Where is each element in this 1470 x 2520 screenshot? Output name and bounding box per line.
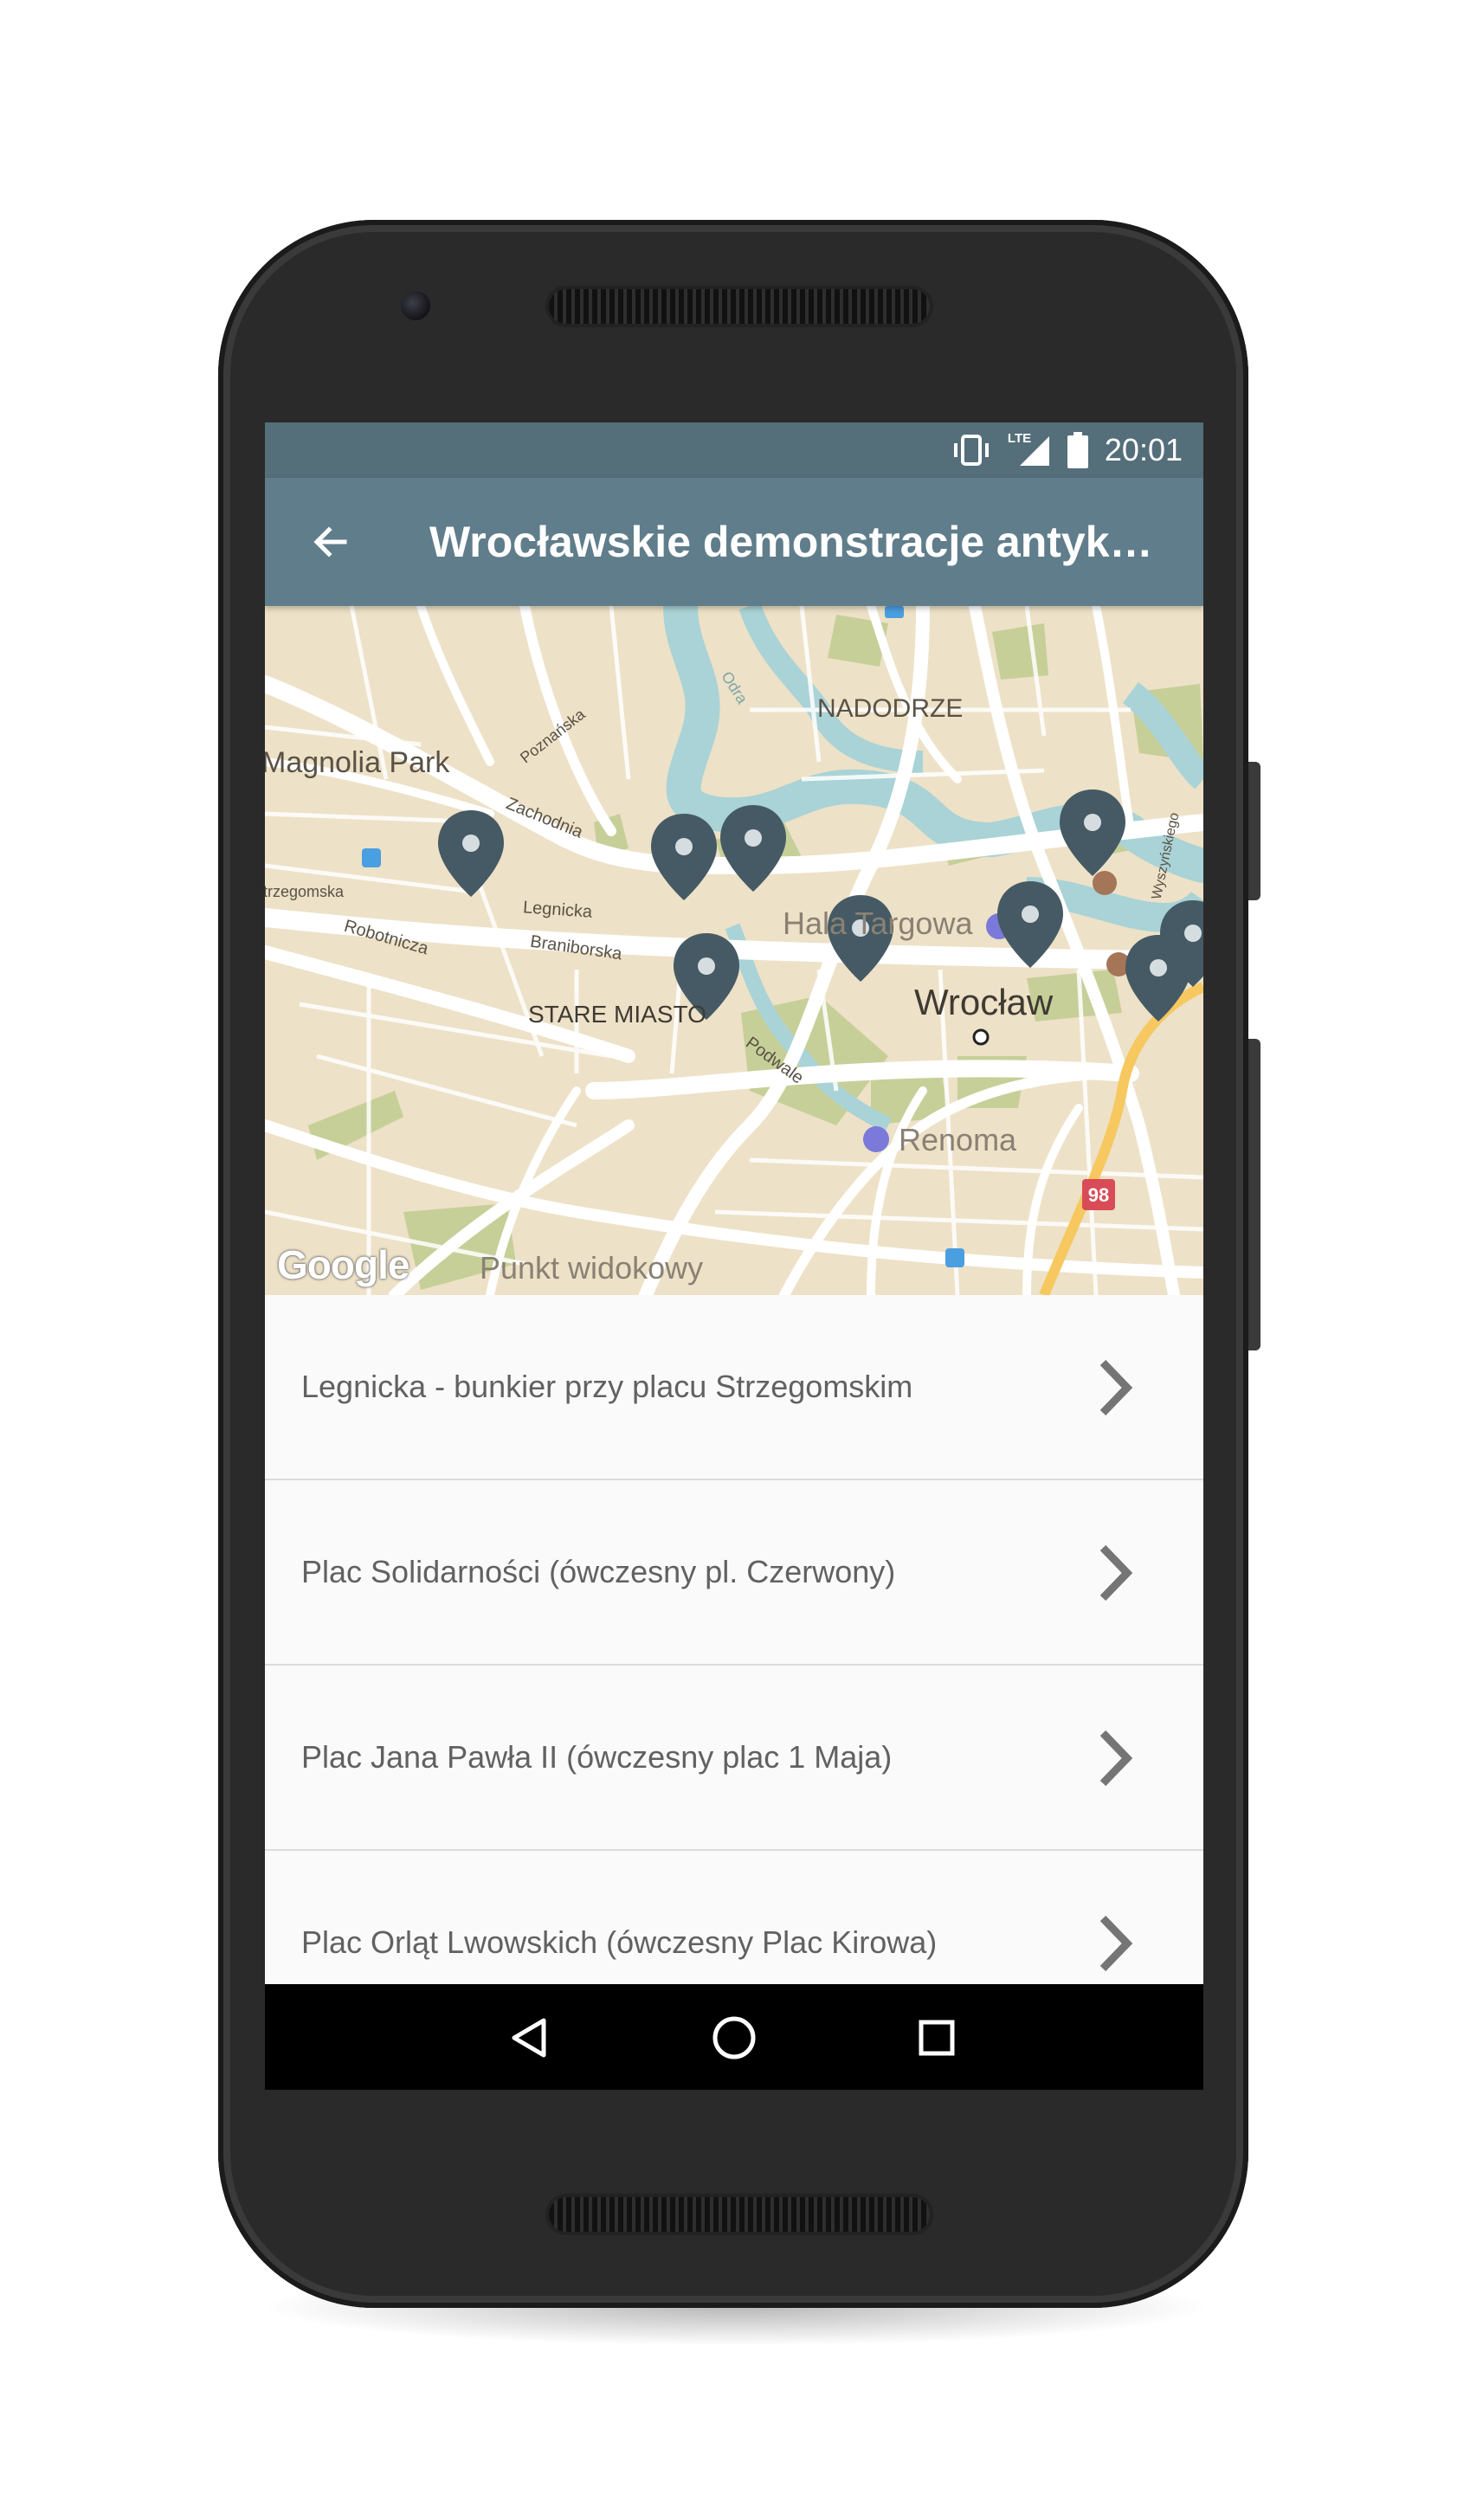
app-bar: Wrocławskie demonstracje antyk… [265,478,1203,606]
nav-home-button[interactable] [703,2007,765,2069]
volume-button [1248,1039,1260,1350]
location-list: Legnicka - bunkier przy placu Strzegomsk… [265,1295,1203,1989]
list-item-label: Plac Solidarności (ówczesny pl. Czerwony… [301,1554,896,1589]
map-label-hala-targowa: Hala Targowa [783,906,973,941]
chevron-right-icon [1099,1359,1133,1416]
map-view[interactable]: 98 NADODRZE Magnolia Park Poznańska Zach… [265,606,1203,1295]
bottom-speaker [549,2197,930,2232]
map-label-magnolia: Magnolia Park [265,746,450,779]
map-label-punkt: Punkt widokowy [480,1250,704,1286]
back-triangle-icon [512,2018,546,2058]
map-label-wroclaw: Wrocław [914,982,1054,1022]
power-button [1248,762,1260,900]
status-time: 20:01 [1104,432,1183,467]
top-speaker [549,289,930,324]
phone-screen: LTE 20:01 Wrocławskie demonstracje antyk… [265,422,1203,2090]
recents-square-icon [919,2020,955,2056]
route-98-label: 98 [1088,1184,1109,1206]
list-item-label: Legnicka - bunkier przy placu Strzegomsk… [301,1369,913,1404]
back-button[interactable] [300,511,362,573]
front-camera [401,291,430,320]
map-label-nadodrze: NADODRZE [817,694,964,723]
battery-icon [1067,432,1088,468]
list-item[interactable]: Plac Jana Pawła II (ówczesny plac 1 Maja… [265,1666,1203,1851]
map-label-renoma: Renoma [899,1122,1017,1157]
home-circle-icon [712,2016,756,2059]
list-item-label: Plac Orląt Lwowskich (ówczesny Plac Kiro… [301,1924,938,1960]
list-item[interactable]: Plac Solidarności (ówczesny pl. Czerwony… [265,1480,1203,1666]
map-label-strzegomska: trzegomska [265,883,345,900]
nav-back-button[interactable] [499,2007,561,2069]
chevron-right-icon [1099,1730,1133,1787]
signal-icon: LTE [1008,431,1051,467]
google-attribution: Google [277,1242,409,1287]
list-item-label: Plac Jana Pawła II (ówczesny plac 1 Maja… [301,1739,893,1775]
arrow-left-icon [313,526,347,557]
status-bar: LTE 20:01 [265,422,1203,478]
vibrate-icon [953,435,989,466]
list-item[interactable]: Plac Orląt Lwowskich (ówczesny Plac Kiro… [265,1851,1203,1989]
navigation-bar [265,1984,1203,2090]
page-title: Wrocławskie demonstracje antyk… [429,518,1153,566]
map-label-stare-miasto: STARE MIASTO [528,1001,706,1028]
chevron-right-icon [1099,1915,1133,1972]
nav-recents-button[interactable] [906,2007,968,2069]
list-item[interactable]: Legnicka - bunkier przy placu Strzegomsk… [265,1295,1203,1480]
chevron-right-icon [1099,1544,1133,1602]
